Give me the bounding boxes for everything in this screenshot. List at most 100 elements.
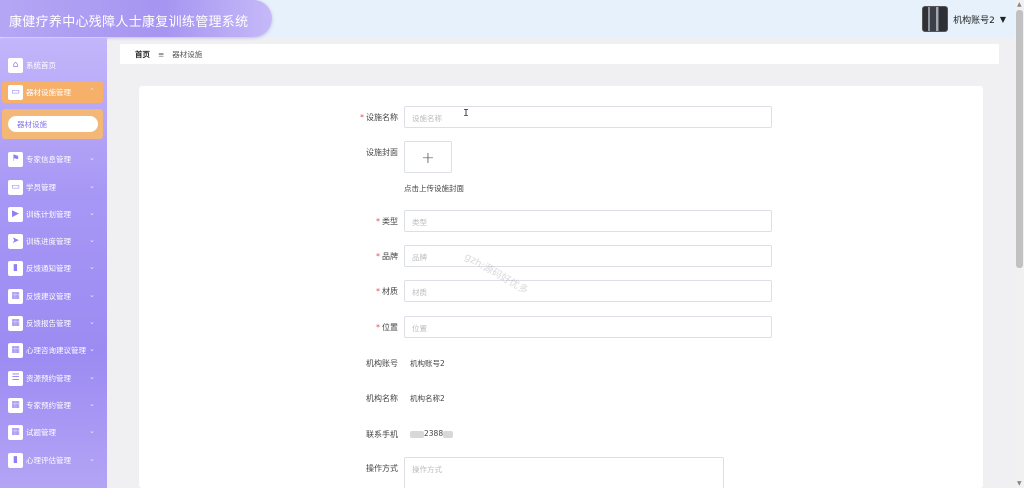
- sidebar-item-label: 学员管理: [26, 182, 56, 192]
- sidebar-item-psych-consult[interactable]: ▦ 心理咨询建议管理 ⌄: [2, 339, 103, 361]
- required-mark: *: [376, 287, 380, 296]
- send-icon: ➤: [8, 233, 23, 249]
- required-mark: *: [376, 252, 380, 261]
- org-name-value: 机构名称2: [410, 394, 445, 403]
- breadcrumb-current: 器材设施: [172, 49, 203, 59]
- top-header: 康健疗养中心残障人士康复训练管理系统 机构账号2 ▼: [0, 0, 1024, 38]
- placeholder: 材质: [412, 288, 427, 297]
- field-label: * 材质: [376, 287, 398, 296]
- avatar[interactable]: [922, 6, 949, 32]
- field-label: * 位置: [376, 323, 398, 332]
- sidebar-item-students[interactable]: ▭ 学员管理 ⌄: [2, 176, 103, 198]
- chevron-down-icon: ⌄: [89, 373, 95, 381]
- redaction: [443, 430, 454, 438]
- sidebar-item-experts[interactable]: ⚑ 专家信息管理 ⌄: [2, 148, 103, 170]
- chevron-down-icon: ⌄: [89, 318, 95, 326]
- sidebar-item-expert-booking[interactable]: ▦ 专家预约管理 ⌄: [2, 394, 103, 416]
- caret-down-icon[interactable]: ▼: [1000, 15, 1006, 24]
- scroll-up-icon[interactable]: ▲: [1017, 1, 1022, 8]
- name-input[interactable]: 设施名称: [404, 106, 772, 128]
- chevron-down-icon: ⌄: [89, 154, 95, 162]
- chevron-down-icon: ⌄: [89, 263, 95, 271]
- material-input[interactable]: 材质: [404, 280, 772, 302]
- chevron-down-icon: ⌄: [89, 209, 95, 217]
- placeholder: 类型: [412, 218, 427, 227]
- sidebar-item-questions[interactable]: ▦ 试题管理 ⌄: [2, 421, 103, 443]
- sidebar-item-feedback-report[interactable]: ▦ 反馈报告管理 ⌄: [2, 312, 103, 334]
- sidebar-submenu: 器材设施: [2, 109, 103, 139]
- page-scrollbar[interactable]: ▲ ▼: [1015, 0, 1024, 488]
- chevron-down-icon: ⌄: [89, 236, 95, 244]
- user-menu[interactable]: 机构账号2 ▼: [922, 6, 1006, 32]
- required-mark: *: [360, 113, 364, 122]
- apps-icon: ▦: [8, 397, 23, 413]
- cover-upload-button[interactable]: +: [404, 141, 452, 173]
- location-input[interactable]: 位置: [404, 316, 772, 338]
- video-icon: ▶: [8, 206, 23, 222]
- sidebar-item-label: 心理评估管理: [26, 455, 71, 465]
- type-input[interactable]: 类型: [404, 210, 772, 232]
- placeholder: 位置: [412, 324, 427, 333]
- chevron-down-icon: ⌄: [89, 400, 95, 408]
- chevron-down-icon: ⌄: [89, 455, 95, 463]
- phone-value: 2388: [410, 429, 454, 438]
- sliders-icon: ☰: [8, 370, 23, 386]
- grid-icon: ▦: [8, 342, 23, 358]
- sidebar-item-feedback-notice[interactable]: ▮ 反馈通知管理 ⌄: [2, 257, 103, 279]
- field-label: 机构名称: [366, 394, 398, 403]
- scrollbar-thumb[interactable]: [1016, 10, 1023, 268]
- operation-textarea[interactable]: 操作方式: [404, 457, 724, 488]
- breadcrumb-home[interactable]: 首页: [135, 49, 150, 60]
- sidebar-item-feedback-suggest[interactable]: ▦ 反馈建议管理 ⌄: [2, 285, 103, 307]
- sidebar-item-equipment[interactable]: ▭ 器材设施管理 ⌃: [2, 81, 103, 103]
- sidebar-subitem-equipment[interactable]: 器材设施: [8, 116, 98, 132]
- sidebar-item-label: 资源预约管理: [26, 373, 71, 383]
- sidebar-item-label: 反馈建议管理: [26, 291, 71, 301]
- sidebar-item-training-plan[interactable]: ▶ 训练计划管理 ⌄: [2, 203, 103, 225]
- sidebar-item-training-progress[interactable]: ➤ 训练进度管理 ⌄: [2, 230, 103, 252]
- sidebar: ⌂ 系统首页 ▭ 器材设施管理 ⌃ 器材设施 ⚑ 专家信息管理 ⌄ ▭ 学员管理…: [0, 38, 107, 488]
- app-title: 康健疗养中心残障人士康复训练管理系统: [9, 15, 249, 30]
- bar-chart-icon: ▮: [8, 260, 23, 276]
- chevron-down-icon: ⌄: [89, 345, 95, 353]
- org-account-value: 机构账号2: [410, 359, 445, 368]
- required-mark: *: [376, 323, 380, 332]
- grid-icon: ▦: [8, 315, 23, 331]
- breadcrumb-separator-icon: ≡: [158, 49, 165, 59]
- sidebar-item-resource-booking[interactable]: ☰ 资源预约管理 ⌄: [2, 367, 103, 389]
- field-label: * 类型: [376, 217, 398, 226]
- field-label: * 品牌: [376, 252, 398, 261]
- sidebar-item-label: 器材设施管理: [26, 87, 71, 97]
- field-label: 操作方式: [366, 464, 398, 473]
- placeholder: 品牌: [412, 253, 427, 262]
- field-label: 联系手机: [366, 430, 398, 439]
- redaction: [410, 430, 424, 438]
- placeholder: 操作方式: [412, 465, 442, 474]
- app-title-banner: 康健疗养中心残障人士康复训练管理系统: [0, 0, 272, 37]
- brand-input[interactable]: 品牌: [404, 245, 772, 267]
- field-label: 机构账号: [366, 359, 398, 368]
- chevron-down-icon: ⌄: [89, 291, 95, 299]
- chevron-down-icon: ⌄: [89, 182, 95, 190]
- chevron-down-icon: ⌄: [89, 427, 95, 435]
- sidebar-item-label: 专家信息管理: [26, 154, 71, 164]
- sidebar-item-label: 训练进度管理: [26, 236, 71, 246]
- monitor-icon: ▭: [8, 179, 23, 195]
- sidebar-item-label: 心理咨询建议管理: [26, 345, 86, 355]
- cover-upload-tip: 点击上传设施封面: [404, 184, 464, 193]
- flag-icon: ⚑: [8, 151, 23, 167]
- sidebar-item-label: 系统首页: [26, 60, 56, 70]
- scroll-down-icon[interactable]: ▼: [1017, 480, 1022, 487]
- sidebar-item-home[interactable]: ⌂ 系统首页: [2, 54, 103, 76]
- field-label: 设施封面: [366, 148, 398, 157]
- sidebar-item-label: 试题管理: [26, 427, 56, 437]
- sidebar-item-psych-eval[interactable]: ▮ 心理评估管理 ⌄: [2, 449, 103, 471]
- username[interactable]: 机构账号2: [953, 13, 995, 26]
- book-icon: ▮: [8, 452, 23, 468]
- form-card: * 设施名称 设施名称 设施封面 + 点击上传设施封面 * 类型 类型 * 品牌 品牌…: [139, 86, 983, 488]
- sidebar-item-label: 训练计划管理: [26, 209, 71, 219]
- sidebar-item-label: 反馈通知管理: [26, 263, 71, 273]
- required-mark: *: [376, 217, 380, 226]
- sidebar-item-label: 反馈报告管理: [26, 318, 71, 328]
- text-cursor-icon: I: [463, 108, 470, 119]
